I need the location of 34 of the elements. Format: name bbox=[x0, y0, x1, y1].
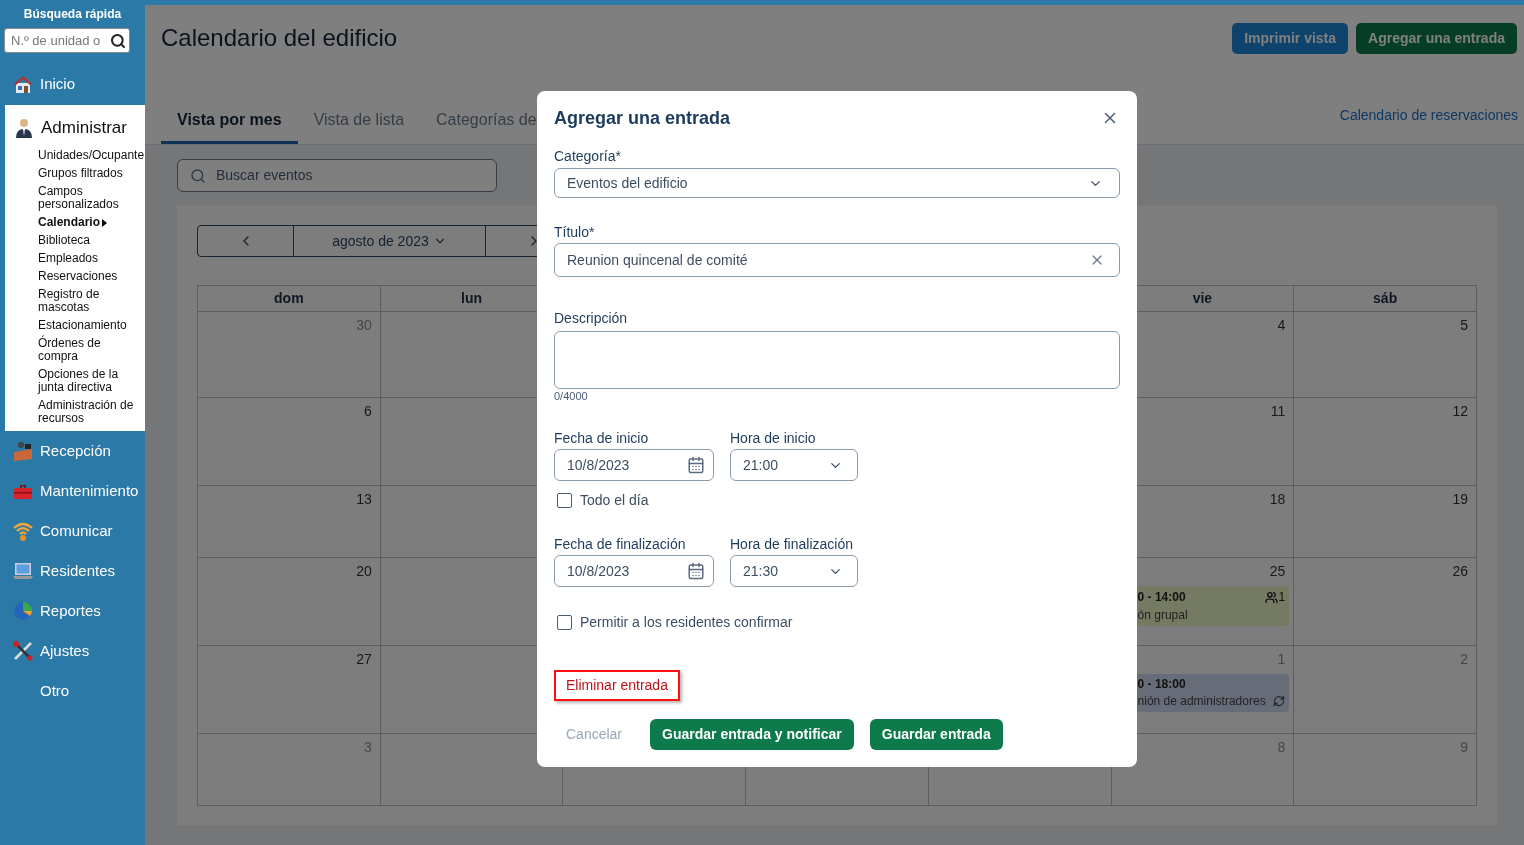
weekday-header: dom bbox=[274, 289, 304, 308]
weekday-header: vie bbox=[1192, 289, 1213, 308]
day-number: 19 bbox=[1452, 490, 1469, 508]
day-number: 5 bbox=[1460, 316, 1469, 334]
quick-search-title: Búsqueda rápida bbox=[23, 7, 122, 21]
event-title: ón grupal bbox=[1137, 607, 1188, 624]
dialog-title: Agregar una entrada bbox=[554, 106, 731, 130]
day-number: 26 bbox=[1452, 562, 1469, 580]
event-time: 0 - 14:00 bbox=[1137, 589, 1186, 605]
event-title: nión de administradores bbox=[1137, 693, 1266, 710]
checkbox-label: Permitir a los residentes confirmar bbox=[580, 612, 793, 632]
field-label: Título* bbox=[554, 223, 596, 241]
day-number: 13 bbox=[356, 490, 373, 508]
day-number: 20 bbox=[356, 562, 373, 580]
field-label: Hora de finalización bbox=[730, 535, 854, 553]
character-counter: 0/4000 bbox=[554, 390, 589, 403]
day-number: 27 bbox=[356, 650, 373, 668]
day-number: 6 bbox=[363, 402, 373, 420]
attendee-count: 1 bbox=[1278, 589, 1286, 606]
field-label: Fecha de finalización bbox=[554, 535, 687, 553]
field-label: Descripción bbox=[554, 309, 629, 327]
page-title: Calendario del edificio bbox=[161, 23, 398, 53]
day-number: 12 bbox=[1452, 402, 1469, 420]
weekday-header: lun bbox=[461, 289, 483, 308]
day-number: 11 bbox=[1270, 402, 1287, 420]
day-number: 25 bbox=[1269, 562, 1287, 580]
field-label: Hora de inicio bbox=[730, 429, 817, 447]
weekday-header: sáb bbox=[1373, 289, 1398, 308]
event-time: 0 - 18:00 bbox=[1137, 676, 1186, 692]
day-number: 18 bbox=[1269, 490, 1287, 508]
field-label: Fecha de inicio bbox=[554, 429, 650, 447]
day-number: 4 bbox=[1277, 316, 1287, 334]
field-label: Categoría* bbox=[554, 147, 622, 165]
checkbox-label: Todo el día bbox=[580, 490, 649, 510]
